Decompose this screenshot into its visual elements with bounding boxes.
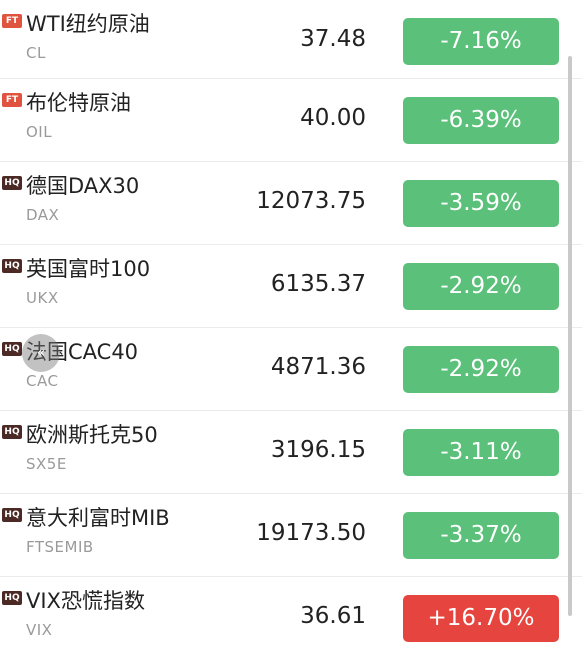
- list-item[interactable]: FT 布伦特原油 OIL 40.00 -6.39%: [0, 79, 582, 162]
- scrollbar[interactable]: [568, 56, 572, 616]
- last-price: 12073.75: [256, 188, 366, 214]
- source-badge: HQ: [2, 508, 22, 522]
- instrument-code: OIL: [26, 123, 53, 141]
- list-item[interactable]: HQ VIX恐慌指数 VIX 36.61 +16.70%: [0, 577, 582, 660]
- source-badge: FT: [2, 14, 22, 28]
- source-badge: HQ: [2, 342, 22, 356]
- last-price: 4871.36: [270, 354, 366, 380]
- last-price: 40.00: [300, 105, 366, 131]
- instrument-name: 意大利富时MIB: [26, 506, 170, 530]
- instrument-code: DAX: [26, 206, 60, 224]
- list-item[interactable]: HQ 欧洲斯托克50 SX5E 3196.15 -3.11%: [0, 411, 582, 494]
- last-price: 36.61: [300, 603, 366, 629]
- list-item[interactable]: FT WTI纽约原油 CL 37.48 -7.16%: [0, 0, 582, 79]
- change-percent[interactable]: -2.92%: [403, 346, 559, 393]
- instrument-name: VIX恐慌指数: [26, 589, 145, 613]
- list-item[interactable]: HQ 法国CAC40 CAC 4871.36 -2.92%: [0, 328, 582, 411]
- list-item[interactable]: HQ 英国富时100 UKX 6135.37 -2.92%: [0, 245, 582, 328]
- instrument-code: CL: [26, 44, 46, 62]
- list-item[interactable]: HQ 意大利富时MIB FTSEMIB 19173.50 -3.37%: [0, 494, 582, 577]
- instrument-name: 德国DAX30: [26, 174, 140, 198]
- change-percent[interactable]: -3.11%: [403, 429, 559, 476]
- instrument-name: 欧洲斯托克50: [26, 423, 158, 447]
- source-badge: HQ: [2, 591, 22, 605]
- change-percent[interactable]: -3.37%: [403, 512, 559, 559]
- instrument-code: SX5E: [26, 455, 67, 473]
- collapse-arrows-icon[interactable]: «: [22, 334, 60, 372]
- instrument-code: CAC: [26, 372, 59, 390]
- last-price: 3196.15: [270, 437, 366, 463]
- change-percent[interactable]: -3.59%: [403, 180, 559, 227]
- change-percent[interactable]: +16.70%: [403, 595, 559, 642]
- list-item[interactable]: HQ 德国DAX30 DAX 12073.75 -3.59%: [0, 162, 582, 245]
- source-badge: FT: [2, 93, 22, 107]
- last-price: 6135.37: [270, 271, 366, 297]
- source-badge: HQ: [2, 425, 22, 439]
- market-list: FT WTI纽约原油 CL 37.48 -7.16% FT 布伦特原油 OIL …: [0, 0, 582, 660]
- change-percent[interactable]: -6.39%: [403, 97, 559, 144]
- instrument-name: WTI纽约原油: [26, 12, 150, 36]
- instrument-code: VIX: [26, 621, 53, 639]
- source-badge: HQ: [2, 176, 22, 190]
- instrument-code: FTSEMIB: [26, 538, 94, 556]
- last-price: 19173.50: [256, 520, 366, 546]
- instrument-code: UKX: [26, 289, 59, 307]
- last-price: 37.48: [300, 26, 366, 52]
- change-percent[interactable]: -2.92%: [403, 263, 559, 310]
- change-percent[interactable]: -7.16%: [403, 18, 559, 65]
- source-badge: HQ: [2, 259, 22, 273]
- instrument-name: 布伦特原油: [26, 91, 131, 115]
- instrument-name: 英国富时100: [26, 257, 151, 281]
